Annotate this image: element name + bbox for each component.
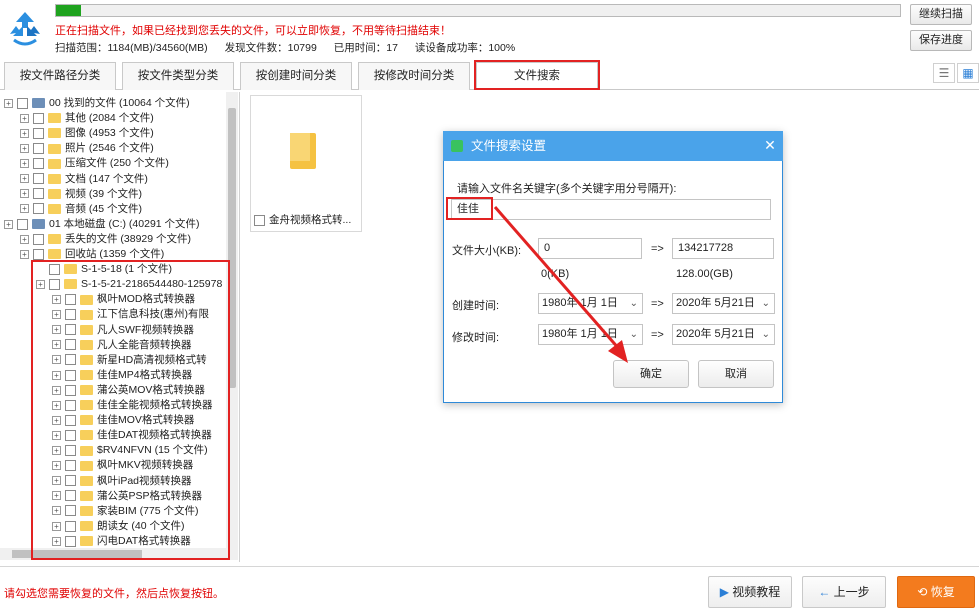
found-files: 发现文件数：10799 [224, 42, 317, 54]
folder-icon [48, 249, 61, 260]
recycle-bin-highlight [31, 260, 230, 560]
tree-row-label: 丢失的文件 (38929 个文件) [65, 232, 192, 245]
scan-stats: 扫描范围：1184(MB)/34560(MB) 发现文件数：10799 已用时间… [55, 40, 529, 55]
tree-row-label: 01 本地磁盘 (C:) (40291 个文件) [49, 217, 200, 230]
tree-row[interactable]: + 文档 (147 个文件) [20, 172, 148, 187]
scan-progress-bar [55, 4, 901, 17]
video-tutorial-label: 视频教程 [732, 585, 781, 599]
tree-row-label: 压缩文件 (250 个文件) [65, 157, 169, 170]
back-label: 上一步 [833, 585, 870, 599]
continue-scan-button[interactable]: 继续扫描 [910, 4, 972, 25]
expand-icon[interactable]: + [20, 128, 29, 138]
folder-front-icon [290, 133, 310, 161]
folder-icon [48, 158, 61, 169]
tab-by-modified[interactable]: 按修改时间分类 [358, 62, 470, 90]
tree-checkbox[interactable] [33, 203, 44, 215]
tree-row-label: 照片 (2546 个文件) [65, 142, 154, 155]
refresh-icon [451, 140, 463, 152]
tree-row-label: 00 找到的文件 (10064 个文件) [49, 97, 190, 109]
expand-icon[interactable]: + [20, 159, 29, 169]
grid-view-icon[interactable]: ▦ [957, 63, 979, 83]
folder-icon [48, 234, 61, 245]
video-icon: ▶ [719, 585, 729, 599]
tree-row[interactable]: + 音频 (45 个文件) [20, 202, 142, 217]
tree-row[interactable]: +01 本地磁盘 (C:) (40291 个文件) [4, 217, 200, 232]
footer-message: 请勾选您需要恢复的文件，然后点恢复按钮。 [4, 588, 224, 600]
tree-checkbox[interactable] [33, 127, 44, 139]
expand-icon[interactable]: + [20, 189, 29, 199]
tree-checkbox[interactable] [33, 112, 44, 124]
recover-label: 恢复 [930, 585, 955, 599]
tree-checkbox[interactable] [33, 173, 44, 185]
file-card-caption[interactable]: 金舟视频格式转... [254, 212, 360, 228]
tree-checkbox[interactable] [33, 248, 44, 260]
expand-icon[interactable]: + [20, 204, 29, 214]
tree-checkbox[interactable] [33, 143, 44, 155]
tree-row[interactable]: + 压缩文件 (250 个文件) [20, 156, 169, 171]
chevron-down-icon: ⌄ [761, 298, 770, 309]
drive-icon [32, 98, 45, 109]
tree-row[interactable]: +00 找到的文件 (10064 个文件) [4, 96, 190, 111]
tab-by-path[interactable]: 按文件路径分类 [4, 62, 116, 90]
file-card-label: 金舟视频格式转... [269, 214, 352, 226]
dialog-title: 文件搜索设置 [443, 131, 783, 161]
cancel-button[interactable]: 取消 [698, 360, 774, 388]
pointer-arrow-icon [493, 206, 628, 363]
scan-status-text: 正在扫描文件，如果已经找到您丢失的文件，可以立即恢复，不用等待扫描结束！ [55, 25, 451, 37]
recycle-logo-icon [10, 12, 40, 46]
expand-icon[interactable]: + [20, 144, 29, 154]
expand-icon[interactable]: + [20, 234, 29, 244]
folder-icon [48, 128, 61, 139]
keyword-label: 请输入文件名关键字(多个关键字用分号隔开): [457, 183, 677, 195]
expand-icon[interactable]: + [4, 98, 13, 108]
tree-checkbox[interactable] [33, 233, 44, 245]
tree-checkbox[interactable] [33, 158, 44, 170]
back-button[interactable]: ← 上一步 [802, 576, 886, 608]
arrow-left-icon: ← [818, 585, 831, 599]
list-view-icon[interactable]: ☰ [933, 63, 955, 83]
expand-icon[interactable]: + [20, 113, 29, 123]
tree-checkbox[interactable] [33, 188, 44, 200]
expand-icon[interactable]: + [20, 174, 29, 184]
tree-row[interactable]: + 照片 (2546 个文件) [20, 141, 154, 156]
tree-row-label: 文档 (147 个文件) [65, 172, 148, 185]
tree-row[interactable]: + 视频 (39 个文件) [20, 187, 142, 202]
expand-icon[interactable]: + [4, 219, 13, 229]
read-rate: 读设备成功率：100% [414, 42, 516, 54]
tree-row[interactable]: + 图像 (4953 个文件) [20, 126, 154, 141]
tree-row-label: 其他 (2084 个文件) [65, 112, 154, 125]
chevron-down-icon: ⌄ [761, 329, 770, 340]
folder-icon [48, 173, 61, 184]
tree-checkbox[interactable] [17, 218, 28, 230]
tree-row[interactable]: + 丢失的文件 (38929 个文件) [20, 232, 191, 247]
file-card-checkbox[interactable] [254, 214, 265, 226]
folder-icon [48, 203, 61, 214]
tab-by-created[interactable]: 按创建时间分类 [240, 62, 352, 90]
expand-icon[interactable]: + [20, 249, 29, 259]
tab-by-type[interactable]: 按文件类型分类 [122, 62, 234, 90]
video-tutorial-button[interactable]: ▶ 视频教程 [708, 576, 792, 608]
folder-icon [48, 143, 61, 154]
save-progress-button[interactable]: 保存进度 [910, 30, 972, 51]
folder-icon [48, 188, 61, 199]
recover-button[interactable]: ⟲ 恢复 [897, 576, 975, 608]
drive-icon [32, 219, 45, 230]
tree-row-label: 图像 (4953 个文件) [65, 127, 154, 140]
recover-icon: ⟲ [917, 585, 928, 599]
scan-range: 扫描范围：1184(MB)/34560(MB) [55, 42, 208, 54]
tree-checkbox[interactable] [17, 97, 28, 109]
elapsed-time: 已用时间：17 [333, 42, 398, 54]
scan-progress-fill [56, 5, 82, 16]
tree-row-label: 视频 (39 个文件) [65, 187, 143, 200]
close-icon[interactable]: ✕ [763, 138, 777, 152]
tree-row-label: 音频 (45 个文件) [65, 202, 143, 215]
folder-icon [48, 113, 61, 124]
tab-search-highlight [474, 60, 600, 90]
tree-row[interactable]: + 其他 (2084 个文件) [20, 111, 154, 126]
